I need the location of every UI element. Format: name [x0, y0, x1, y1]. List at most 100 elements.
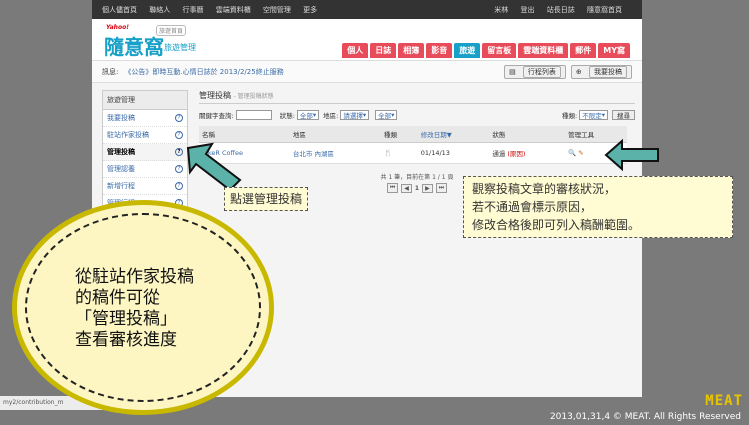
notice-label: 訊息: [102, 67, 119, 76]
nav-tab-4[interactable]: 旅遊 [454, 43, 481, 58]
topbar-logout[interactable]: 登出 [521, 6, 535, 14]
view-icon[interactable]: 🔍 [568, 149, 576, 157]
table-header-row: 名稱 地區 種類 修改日期▼ 狀態 管理工具 [199, 126, 627, 143]
help-icon[interactable]: ? [175, 114, 183, 122]
site-logo[interactable]: Yahoo! 旅遊首頁 隨意窩 旅遊管理 [104, 23, 204, 59]
topbar-link-contacts[interactable]: 聯絡人 [149, 6, 170, 14]
page-title: 管理投稿 - 管理投稿狀態 [199, 90, 635, 104]
nav-tab-1[interactable]: 日誌 [370, 43, 397, 58]
callout-review-line-1: 觀察投稿文章的審核狀況， [472, 182, 617, 196]
type-label: 種類: [562, 112, 578, 120]
arrow-to-manage-icon [186, 142, 242, 192]
brand-name: 隨意窩 [104, 35, 164, 59]
col-area[interactable]: 地區 [289, 126, 381, 143]
col-status[interactable]: 狀態 [489, 126, 566, 143]
top-bar: 個人儘首頁 聯絡人 行事曆 雲端資料櫃 空間管理 更多 米林 登出 站長日誌 隨… [92, 0, 642, 19]
type-select[interactable]: 不限定 ▾ [579, 110, 608, 120]
nav-tab-8[interactable]: MY窩 [598, 43, 630, 58]
notice-message[interactable]: 《公告》即時互動.心情日誌於 2013/2/25終止服務 [124, 67, 283, 77]
itinerary-list-button[interactable]: ▤ 行程列表 [504, 64, 566, 79]
contribution-table: 名稱 地區 種類 修改日期▼ 狀態 管理工具 JokeR Coffee 台北市 … [199, 126, 627, 164]
sidebar-items: 我要投稿?駐站作家投稿?管理投稿?管理認養?新增行程?管理行程? [103, 110, 187, 212]
help-icon[interactable]: ? [175, 165, 183, 173]
top-bar-right: 米林 登出 站長日誌 隨意窩首頁 [494, 5, 632, 15]
help-icon[interactable]: ? [175, 148, 183, 156]
submit-post-button[interactable]: ⊕ 我要投稿 [570, 64, 632, 79]
first-page-icon[interactable]: ⏮ [386, 183, 399, 193]
notice-bar: 訊息: 《公告》即時互動.心情日誌於 2013/2/25終止服務 ▤ 行程列表 … [92, 61, 642, 83]
table-row: JokeR Coffee 台北市 內湖區 🍴 01/14/13 通過 (原因) … [199, 142, 627, 164]
prev-page-icon[interactable]: ◀ [401, 183, 412, 193]
nav-tab-6[interactable]: 雲端資料櫃 [518, 43, 569, 58]
nav-tab-3[interactable]: 影音 [426, 43, 453, 58]
col-type[interactable]: 種類 [380, 126, 418, 143]
breadcrumb: - 管理投稿狀態 [233, 93, 274, 100]
status-text: 通過 [492, 150, 506, 158]
row-area[interactable]: 台北市 內湖區 [289, 142, 381, 164]
bubble-line-3: 「管理投稿」 [75, 309, 177, 329]
type-select-value: 不限定 [582, 112, 602, 120]
topbar-link-cloud[interactable]: 雲端資料櫃 [216, 6, 251, 14]
row-date: 01/14/13 [417, 142, 490, 164]
sidebar-item-2[interactable]: 管理投稿? [103, 144, 187, 161]
row-status: 通過 (原因) [489, 142, 566, 164]
area-sub-select[interactable]: 全部 ▾ [375, 110, 398, 120]
itinerary-list-label: 行程列表 [522, 65, 561, 78]
help-icon[interactable]: ? [175, 182, 183, 190]
area-select[interactable]: 請選擇 ▾ [340, 110, 370, 120]
sidebar-item-label: 新增行程 [107, 182, 135, 190]
status-reason-link[interactable]: (原因) [507, 150, 525, 158]
filter-right: 種類: 不限定 ▾ 搜尋 [562, 110, 635, 120]
restaurant-icon: 🍴 [380, 142, 418, 164]
screenshot-frame: 個人儘首頁 聯絡人 行事曆 雲端資料櫃 空間管理 更多 米林 登出 站長日誌 隨… [0, 0, 749, 425]
bubble-line-4: 查看審核進度 [75, 330, 177, 350]
topbar-username[interactable]: 米林 [494, 6, 508, 14]
sidebar-item-label: 管理投稿 [107, 148, 135, 156]
sidebar-item-label: 管理認養 [107, 165, 135, 173]
speech-bubble: 從駐站作家投稿 的稿件可從 「管理投稿」 查看審核進度 [12, 200, 274, 415]
status-select[interactable]: 全部 ▾ [296, 110, 320, 120]
topbar-link-space[interactable]: 空間管理 [263, 6, 291, 14]
sidebar-title: 旅遊管理 [103, 91, 187, 110]
topbar-link-more[interactable]: 更多 [303, 6, 317, 14]
bubble-text: 從駐站作家投稿 的稿件可從 「管理投稿」 查看審核進度 [75, 267, 194, 351]
sidebar-item-label: 駐站作家投稿 [107, 131, 149, 139]
site-header: Yahoo! 旅遊首頁 隨意窩 旅遊管理 個人 日誌 相簿 影音 旅遊 留言板 雲端資料櫃郵… [92, 19, 642, 61]
travel-manage-title: 旅遊管理 [164, 43, 196, 52]
callout-review-status: 觀察投稿文章的審核狀況， 若不通過會標示原因， 修改合格後即可列入稿酬範圍。 [463, 176, 733, 238]
sidebar-item-label: 我要投稿 [107, 114, 135, 122]
nav-tab-7[interactable]: 郵件 [570, 43, 597, 58]
area-select-value: 請選擇 [343, 112, 363, 120]
meat-watermark: MEAT [705, 393, 743, 409]
page-heading: 管理投稿 [199, 91, 231, 100]
search-button[interactable]: 搜尋 [612, 110, 635, 120]
nav-tab-5[interactable]: 留言板 [482, 43, 517, 58]
last-page-icon[interactable]: ⏭ [435, 183, 448, 193]
callout-review-line-2: 若不通過會標示原因， [472, 200, 593, 214]
nav-tab-2[interactable]: 相簿 [398, 43, 425, 58]
edit-icon[interactable]: ✎ [578, 149, 583, 157]
arrow-to-status-icon [604, 138, 659, 172]
sidebar-item-0[interactable]: 我要投稿? [103, 110, 187, 127]
sidebar-item-4[interactable]: 新增行程? [103, 178, 187, 195]
nav-tab-0[interactable]: 個人 [342, 43, 369, 58]
filter-bar: 關鍵字查詢: 狀態: 全部 ▾ 地區: 請選擇 ▾ 全部 ▾ 種類: 不限定 ▾… [199, 110, 635, 120]
topbar-link-calendar[interactable]: 行事曆 [182, 6, 203, 14]
next-page-icon[interactable]: ▶ [422, 183, 433, 193]
area-sub-select-value: 全部 [378, 112, 392, 120]
topbar-blog-home[interactable]: 隨意窩首頁 [587, 6, 622, 14]
callout-review-line-3: 修改合格後即可列入稿酬範圍。 [472, 218, 641, 232]
bubble-line-2: 的稿件可從 [75, 288, 160, 308]
help-icon[interactable]: ? [175, 131, 183, 139]
keyword-input[interactable] [235, 110, 272, 120]
topbar-link-home[interactable]: 個人儘首頁 [102, 6, 137, 14]
bubble-line-1: 從駐站作家投稿 [75, 267, 194, 287]
col-date[interactable]: 修改日期▼ [417, 126, 490, 143]
callout-click-manage: 點選管理投稿 [224, 187, 309, 211]
sidebar: 旅遊管理 我要投稿?駐站作家投稿?管理投稿?管理認養?新增行程?管理行程? [102, 90, 188, 213]
keyword-label: 關鍵字查詢: [199, 112, 234, 120]
sidebar-item-3[interactable]: 管理認養? [103, 161, 187, 178]
copyright: 2013,01,31,4 © MEAT. All Rights Reserved [549, 412, 741, 422]
sidebar-item-1[interactable]: 駐站作家投稿? [103, 127, 187, 144]
topbar-site-log[interactable]: 站長日誌 [547, 6, 575, 14]
